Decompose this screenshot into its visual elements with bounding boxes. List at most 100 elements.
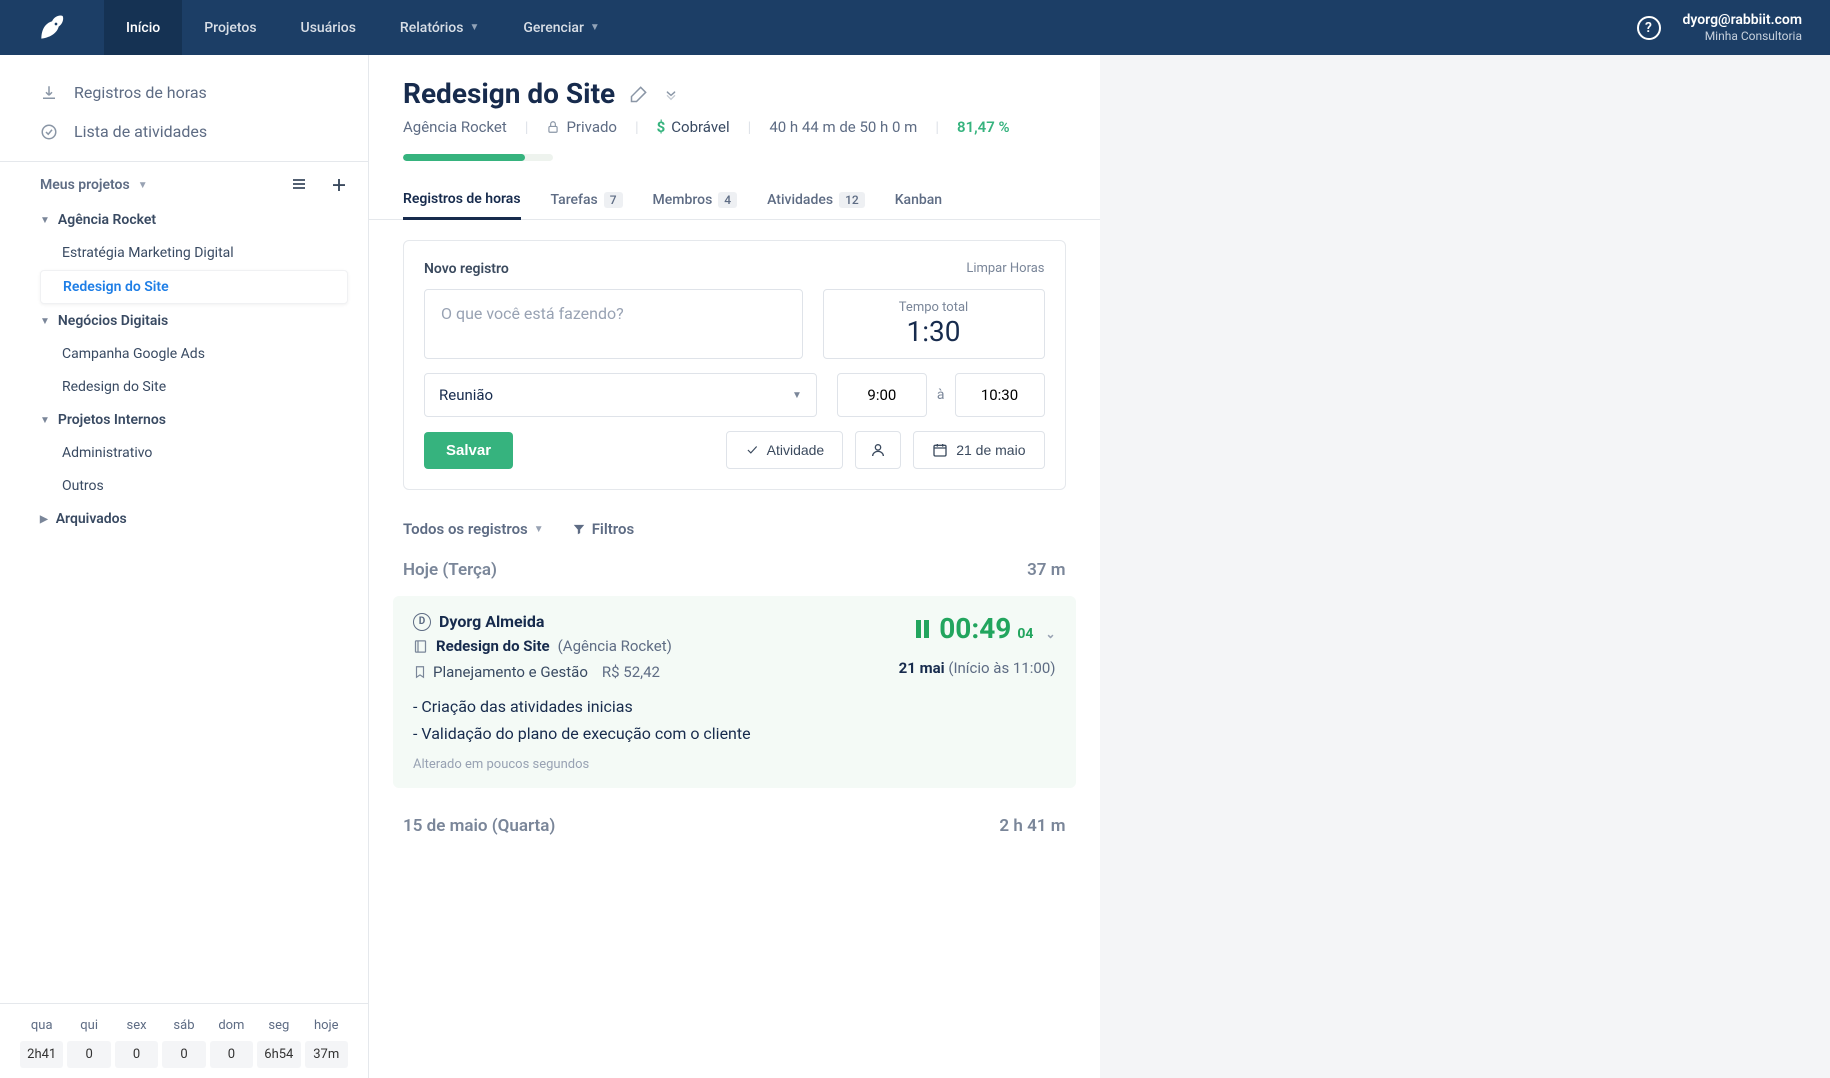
tab-tarefas[interactable]: Tarefas7 <box>551 181 623 219</box>
week-day-label: dom <box>208 1014 255 1037</box>
week-day-value[interactable]: 37m <box>305 1041 348 1068</box>
sidebar-item[interactable]: Redesign do Site <box>40 371 348 403</box>
project-title: Redesign do Site <box>403 77 615 110</box>
activity-button[interactable]: Atividade <box>726 431 844 469</box>
add-project-icon[interactable] <box>330 176 348 194</box>
user-badge-icon: D <box>413 613 431 631</box>
caret-down-icon: ▼ <box>40 316 50 327</box>
date-button[interactable]: 21 de maio <box>913 431 1044 469</box>
to-label: à <box>937 387 945 403</box>
sidebar-section-header[interactable]: Meus projetos ▼ <box>40 176 348 194</box>
end-time-input[interactable] <box>955 373 1045 417</box>
nav-projetos[interactable]: Projetos <box>182 0 278 55</box>
tab-atividades[interactable]: Atividades12 <box>767 181 865 219</box>
entry-start-time: 21 mai (Início às 11:00) <box>899 659 1056 677</box>
entry-user-name: Dyorg Almeida <box>439 612 544 631</box>
lock-icon <box>546 120 560 134</box>
nav-gerenciar[interactable]: Gerenciar▼ <box>501 0 621 55</box>
week-day-label: qui <box>65 1014 112 1037</box>
week-day-label: qua <box>18 1014 65 1037</box>
client-link[interactable]: Agência Rocket <box>403 118 507 136</box>
sidebar-item[interactable]: Estratégia Marketing Digital <box>40 237 348 269</box>
app-logo[interactable] <box>0 0 104 55</box>
hours-summary: 40 h 44 m de 50 h 0 m <box>769 118 917 136</box>
time-entry[interactable]: D Dyorg Almeida Redesign do Site (Agênci… <box>393 596 1076 788</box>
progress-bar <box>403 154 553 161</box>
save-button[interactable]: Salvar <box>424 432 513 469</box>
expand-icon[interactable] <box>663 86 679 102</box>
sidebar-item[interactable]: Administrativo <box>40 437 348 469</box>
week-summary: qua qui sex sáb dom seg hoje 2h41 0 0 0 … <box>0 1003 368 1078</box>
day-header-prev: 15 de maio (Quarta) 2 h 41 m <box>369 804 1100 848</box>
caret-right-icon: ▶ <box>40 514 48 525</box>
chevron-down-icon: ▼ <box>590 22 600 33</box>
entry-project-name: Redesign do Site <box>436 637 550 655</box>
sidebar-item-active[interactable]: Redesign do Site <box>40 270 348 304</box>
sidebar-group-arquivados[interactable]: ▶Arquivados <box>40 503 348 535</box>
chevron-down-icon: ▼ <box>138 180 148 191</box>
entry-cost: R$ 52,42 <box>602 663 660 681</box>
project-tabs: Registros de horas Tarefas7 Membros4 Ati… <box>369 181 1100 220</box>
caret-down-icon: ▼ <box>40 215 50 226</box>
sidebar-group-internos[interactable]: ▼Projetos Internos <box>40 404 348 436</box>
entry-client-name: (Agência Rocket) <box>558 637 672 655</box>
sidebar-link-timelogs[interactable]: Registros de horas <box>40 73 348 112</box>
start-time-input[interactable] <box>837 373 927 417</box>
nav-usuarios[interactable]: Usuários <box>279 0 378 55</box>
timer-value: 00:49 <box>939 612 1011 645</box>
filter-all-dropdown[interactable]: Todos os registros ▼ <box>403 520 544 538</box>
top-nav: Início Projetos Usuários Relatórios▼ Ger… <box>0 0 1830 55</box>
card-title: Novo registro <box>424 261 509 277</box>
entry-task-name: Planejamento e Gestão <box>433 663 588 681</box>
nav-inicio[interactable]: Início <box>104 0 182 55</box>
check-circle-icon <box>40 123 60 141</box>
week-day-value[interactable]: 6h54 <box>257 1041 300 1068</box>
percent-label: 81,47 % <box>957 118 1010 136</box>
week-day-value[interactable]: 0 <box>67 1041 110 1068</box>
week-day-label: sáb <box>160 1014 207 1037</box>
new-entry-card: Novo registro Limpar Horas Tempo total 1… <box>403 240 1066 490</box>
pause-icon[interactable] <box>916 620 929 638</box>
user-button[interactable] <box>855 431 901 469</box>
filter-button[interactable]: Filtros <box>572 520 634 538</box>
entry-description: - Criação das atividades inicias - Valid… <box>413 693 899 747</box>
sidebar-link-activities[interactable]: Lista de atividades <box>40 112 348 151</box>
description-input[interactable] <box>424 289 803 359</box>
day-header-today: Hoje (Terça) 37 m <box>369 548 1100 592</box>
sidebar: Registros de horas Lista de atividades M… <box>0 55 369 1078</box>
edit-icon[interactable] <box>629 84 649 104</box>
tab-registros[interactable]: Registros de horas <box>403 181 521 220</box>
week-day-value[interactable]: 0 <box>115 1041 158 1068</box>
dollar-icon: $ <box>657 118 666 136</box>
tab-kanban[interactable]: Kanban <box>895 181 942 219</box>
total-time-box: Tempo total 1:30 <box>823 289 1045 359</box>
chevron-down-icon[interactable]: ⌄ <box>1045 627 1055 641</box>
entry-changed: Alterado em poucos segundos <box>413 757 899 772</box>
list-icon[interactable] <box>290 176 308 194</box>
chevron-down-icon: ▼ <box>469 22 479 33</box>
task-select[interactable]: Reunião ▼ <box>424 373 817 417</box>
user-menu[interactable]: dyorg@rabbiit.com Minha Consultoria <box>1683 11 1803 45</box>
caret-down-icon: ▼ <box>40 415 50 426</box>
nav-relatorios[interactable]: Relatórios▼ <box>378 0 501 55</box>
week-day-value[interactable]: 0 <box>210 1041 253 1068</box>
week-day-value[interactable]: 2h41 <box>20 1041 63 1068</box>
sidebar-item[interactable]: Campanha Google Ads <box>40 338 348 370</box>
timer-seconds: 04 <box>1017 626 1033 642</box>
sidebar-group-negocios[interactable]: ▼Negócios Digitais <box>40 305 348 337</box>
week-day-label: hoje <box>303 1014 350 1037</box>
sidebar-group-agencia[interactable]: ▼Agência Rocket <box>40 204 348 236</box>
chevron-down-icon: ▼ <box>792 390 802 401</box>
chevron-down-icon: ▼ <box>534 524 544 535</box>
clear-hours-link[interactable]: Limpar Horas <box>966 261 1044 277</box>
sidebar-item[interactable]: Outros <box>40 470 348 502</box>
billable-label: Cobrável <box>671 118 729 136</box>
week-day-label: seg <box>255 1014 302 1037</box>
privacy-label: Privado <box>566 118 617 136</box>
download-icon <box>40 84 60 102</box>
week-day-value[interactable]: 0 <box>162 1041 205 1068</box>
help-icon[interactable]: ? <box>1637 16 1661 40</box>
week-day-label: sex <box>113 1014 160 1037</box>
main-content: Redesign do Site Agência Rocket | Privad… <box>369 55 1100 1078</box>
tab-membros[interactable]: Membros4 <box>653 181 738 219</box>
